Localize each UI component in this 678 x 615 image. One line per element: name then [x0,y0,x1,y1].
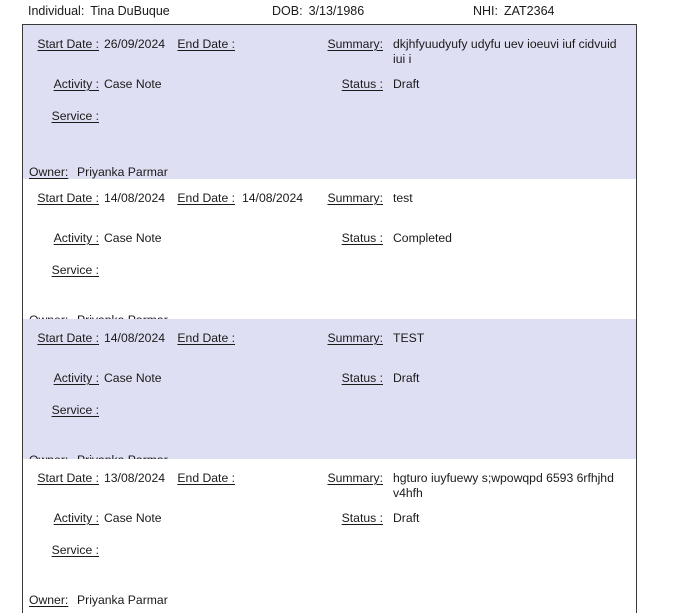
activity-label: Activity : [53,231,99,245]
activity-label: Activity : [53,371,99,385]
nhi-value: ZAT2364 [504,4,555,18]
owner-label: Owner: [29,165,69,179]
status-value: Draft [393,511,420,525]
person-header-bar: Individual: Tina DuBuque DOB: 3/13/1986 NH… [0,0,678,24]
service-label: Service : [51,109,99,123]
nhi-label: NHI: [473,4,498,18]
owner-value: Priyanka Parmar [77,593,168,607]
summary-label: Summary: [327,191,383,205]
record-row[interactable]: Start Date : 14/08/2024 End Date : Summary:… [23,319,636,467]
service-label: Service : [51,263,99,277]
start-date-value: 14/08/2024 [104,331,165,345]
end-date-value: 14/08/2024 [242,191,303,205]
summary-label: Summary: [327,331,383,345]
activity-value: Case Note [104,231,162,245]
status-value: Draft [393,77,420,91]
nhi-field: NHI: ZAT2364 [473,4,555,18]
status-value: Draft [393,371,420,385]
end-date-label: End Date : [177,191,235,205]
status-label: Status : [341,231,383,245]
status-label: Status : [341,77,383,91]
start-date-value: 13/08/2024 [104,471,165,485]
activity-records-list: Start Date : 26/09/2024 End Date : Summary:… [22,24,637,613]
start-date-label: Start Date : [37,37,99,51]
owner-value: Priyanka Parmar [77,165,168,179]
activity-label: Activity : [53,77,99,91]
status-value: Completed [393,231,452,245]
summary-label: Summary: [327,471,383,485]
record-row[interactable]: Start Date : 14/08/2024 End Date : 14/08/20… [23,179,636,327]
activity-label: Activity : [53,511,99,525]
activity-value: Case Note [104,511,162,525]
summary-value: dkjhfyuudyufy udyfu uev ioeuvi iuf cidvu… [393,37,617,66]
status-label: Status : [341,371,383,385]
start-date-label: Start Date : [37,191,99,205]
individual-field: Individual: Tina DuBuque [28,4,170,18]
individual-label: Individual: [28,4,85,18]
record-row[interactable]: Start Date : 26/09/2024 End Date : Summary:… [23,25,636,179]
record-row[interactable]: Start Date : 13/08/2024 End Date : Summary:… [23,459,636,607]
individual-value: Tina DuBuque [90,4,170,18]
start-date-value: 26/09/2024 [104,37,165,51]
summary-value: hgturo iuyfuewy s;wpowqpd 6593 6rfhjhd v… [393,471,614,500]
start-date-value: 14/08/2024 [104,191,165,205]
end-date-label: End Date : [177,471,235,485]
status-label: Status : [341,511,383,525]
dob-label: DOB: [272,4,303,18]
activity-value: Case Note [104,77,162,91]
service-label: Service : [51,543,99,557]
end-date-label: End Date : [177,37,235,51]
summary-label: Summary: [327,37,383,51]
dob-field: DOB: 3/13/1986 [272,4,364,18]
summary-value: TEST [393,331,425,345]
summary-value: test [393,191,413,205]
start-date-label: Start Date : [37,331,99,345]
owner-label: Owner: [29,593,69,607]
start-date-label: Start Date : [37,471,99,485]
service-label: Service : [51,403,99,417]
dob-value: 3/13/1986 [308,4,365,18]
activity-value: Case Note [104,371,162,385]
end-date-label: End Date : [177,331,235,345]
